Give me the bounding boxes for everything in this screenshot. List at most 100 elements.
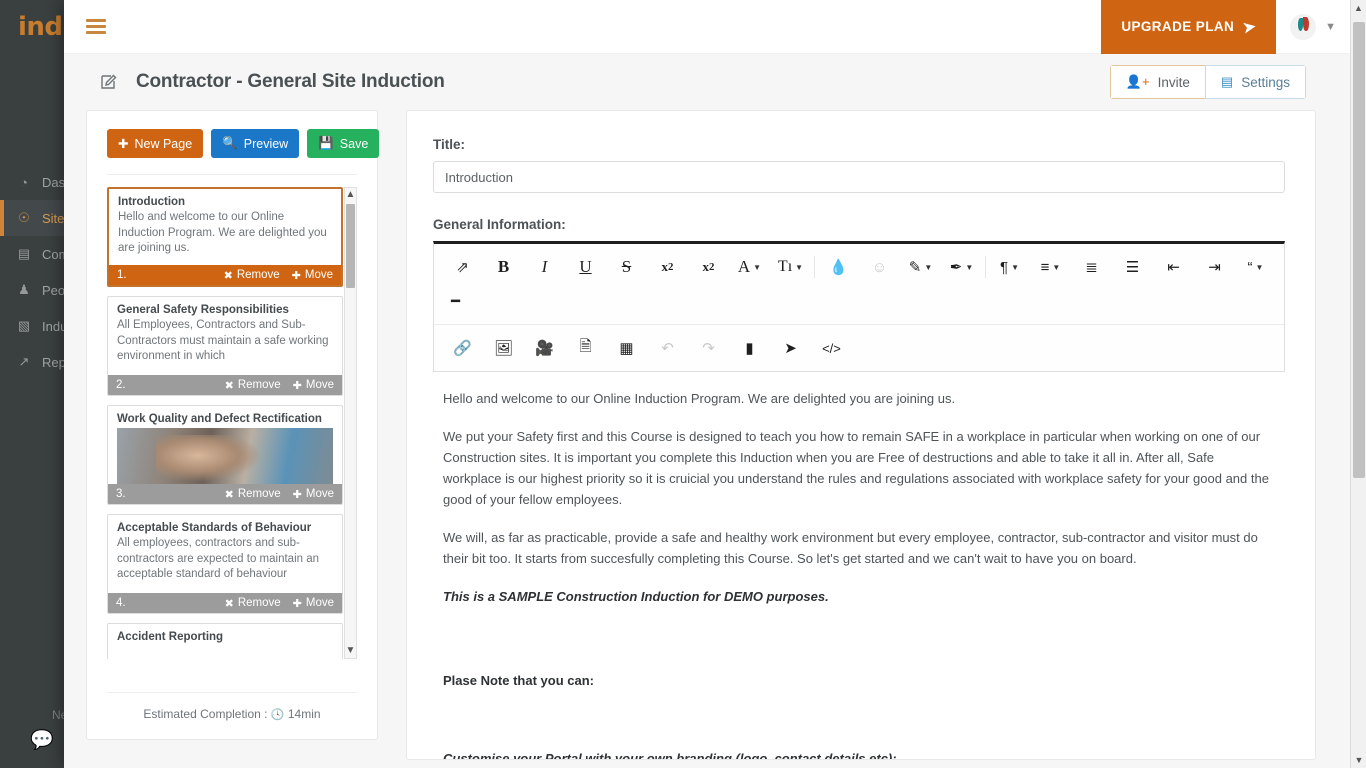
new-page-button[interactable]: ✚ New Page [107,129,204,158]
superscript-icon[interactable]: x2 [688,250,729,284]
italic-icon[interactable]: I [524,250,565,284]
page-card-footer: 2. ✖ Remove ✚ Move [108,375,342,395]
undo-icon[interactable]: ↶ [647,331,688,365]
paragraph-format-icon[interactable]: ¶ ▼ [989,250,1030,284]
page-list-item[interactable]: Introduction Hello and welcome to our On… [107,187,343,287]
font-size-icon[interactable]: Tı ▼ [770,250,811,284]
redo-icon[interactable]: ↷ [688,331,729,365]
move-handle[interactable]: ✚ Move [293,488,334,501]
page-card-index: 4. [116,597,126,609]
scrollbar-thumb[interactable] [1353,22,1365,478]
hamburger-menu-icon[interactable] [86,19,106,34]
move-handle[interactable]: ✚ Move [293,597,334,610]
expand-fullscreen-icon[interactable]: ⇗ [442,250,483,284]
page-card-actions: ✖ Remove ✚ Move [225,379,334,392]
insert-image-icon[interactable]: 🖼 [483,331,524,365]
pages-list-scrollbar[interactable]: ▲ ▼ [344,187,357,659]
page-card-index: 2. [116,379,126,391]
scroll-up-icon[interactable]: ▲ [1351,0,1366,16]
page-card-title: Accident Reporting [117,631,224,643]
insert-table-icon[interactable]: ▦ [606,331,647,365]
people-icon: ♟ [18,282,30,297]
chat-bubble-icon[interactable]: 💬 [30,728,54,752]
decrease-indent-icon[interactable]: ⇤ [1153,250,1194,284]
remove-button[interactable]: ✖ Remove [224,269,280,282]
upgrade-plan-button[interactable]: UPGRADE PLAN ➤ [1101,0,1277,54]
settings-button[interactable]: ▤ Settings [1204,65,1306,99]
browser-scrollbar[interactable]: ▲ ▼ [1350,0,1366,768]
text-color-droplet-icon[interactable]: 💧 [818,250,859,284]
move-handle[interactable]: ✚ Move [293,379,334,392]
editor-paragraph: Hello and welcome to our Online Inductio… [443,391,956,406]
close-x-icon: ✖ [224,379,234,392]
pages-scroll-wrap: Introduction Hello and welcome to our On… [107,187,357,659]
insert-file-icon[interactable]: 🗎 [565,331,606,365]
eraser-icon[interactable]: ▮ [729,331,770,365]
page-card-excerpt: Hello and welcome to our Online Inductio… [118,211,327,254]
invite-label: Invite [1157,74,1190,90]
ordered-list-icon[interactable]: ≣ [1071,250,1112,284]
editor-paragraph-sample-note: This is a SAMPLE Construction Induction … [443,589,829,604]
save-button[interactable]: 💾 Save [307,129,380,158]
edit-pencil-square-icon[interactable] [98,71,120,93]
page-card-body: Introduction Hello and welcome to our On… [109,189,341,265]
align-icon[interactable]: ≡ ▼ [1030,250,1071,284]
move-arrows-icon: ✚ [292,488,302,501]
highlight-brush-icon[interactable]: ✎ ▼ [900,250,941,284]
page-list-item[interactable]: Acceptable Standards of Behaviour All em… [107,514,343,614]
remove-label: Remove [237,379,281,391]
main-app-overlay: UPGRADE PLAN ➤ ▼ Contractor - General Si… [64,0,1352,768]
bold-icon[interactable]: B [483,250,524,284]
scroll-down-icon[interactable]: ▼ [346,644,356,658]
estimated-completion-value: 14min [287,707,321,721]
scroll-up-icon[interactable]: ▲ [346,188,356,202]
pages-list[interactable]: Introduction Hello and welcome to our On… [107,187,357,659]
preview-label: Preview [243,136,289,151]
select-cursor-icon[interactable]: ➤ [770,331,811,365]
code-view-icon[interactable]: </> [811,331,852,365]
page-card-title: General Safety Responsibilities [117,304,289,316]
editor-content[interactable]: Hello and welcome to our Online Inductio… [433,372,1285,759]
page-header: Contractor - General Site Induction 👤+ I… [64,54,1352,110]
scroll-down-icon[interactable]: ▼ [1351,752,1366,768]
emoticon-icon[interactable]: ☺ [859,250,900,284]
page-list-item[interactable]: Work Quality and Defect Rectification 3.… [107,405,343,505]
page-list-item[interactable]: General Safety Responsibilities All Empl… [107,296,343,396]
insert-video-icon[interactable]: 🎥 [524,331,565,365]
invite-button[interactable]: 👤+ Invite [1109,65,1205,99]
page-card-actions: ✖ Remove ✚ Move [225,488,334,501]
estimated-completion: Estimated Completion : 🕓 14min [107,692,357,739]
horizontal-line-icon[interactable]: ━ [442,284,1276,318]
page-list-item[interactable]: Accident Reporting [107,623,343,659]
settings-label: Settings [1241,74,1290,90]
blockquote-icon[interactable]: “▼ [1235,250,1276,284]
title-input[interactable] [433,161,1285,193]
move-handle[interactable]: ✚ Move [292,269,333,282]
increase-indent-icon[interactable]: ⇥ [1194,250,1235,284]
preview-button[interactable]: 🔍 Preview [211,129,300,158]
general-information-label: General Information: [433,217,566,232]
remove-button[interactable]: ✖ Remove [225,597,281,610]
clear-formatting-wand-icon[interactable]: ✒ ▼ [941,250,982,284]
remove-button[interactable]: ✖ Remove [225,379,281,392]
scrollbar-thumb[interactable] [346,204,355,288]
editor-spacer [443,708,1275,748]
save-label: Save [339,136,369,151]
subscript-icon[interactable]: x2 [647,250,688,284]
remove-button[interactable]: ✖ Remove [225,488,281,501]
top-bar: UPGRADE PLAN ➤ ▼ [64,0,1352,54]
page-card-body: Work Quality and Defect Rectification [108,406,342,484]
strikethrough-icon[interactable]: S [606,250,647,284]
move-arrows-icon: ✚ [292,597,302,610]
pages-toolbar: ✚ New Page 🔍 Preview 💾 Save [107,129,380,158]
insert-link-icon[interactable]: 🔗 [442,331,483,365]
unordered-list-icon[interactable]: ☰ [1112,250,1153,284]
chart-line-icon: ↗ [18,354,30,369]
move-label: Move [305,488,334,500]
underline-icon[interactable]: U [565,250,606,284]
chevron-down-icon[interactable]: ▼ [1325,21,1336,33]
font-family-icon[interactable]: A ▼ [729,250,770,284]
move-label: Move [305,597,334,609]
user-menu[interactable]: ▼ [1276,13,1352,40]
dashboard-icon: ◔ [20,174,28,190]
